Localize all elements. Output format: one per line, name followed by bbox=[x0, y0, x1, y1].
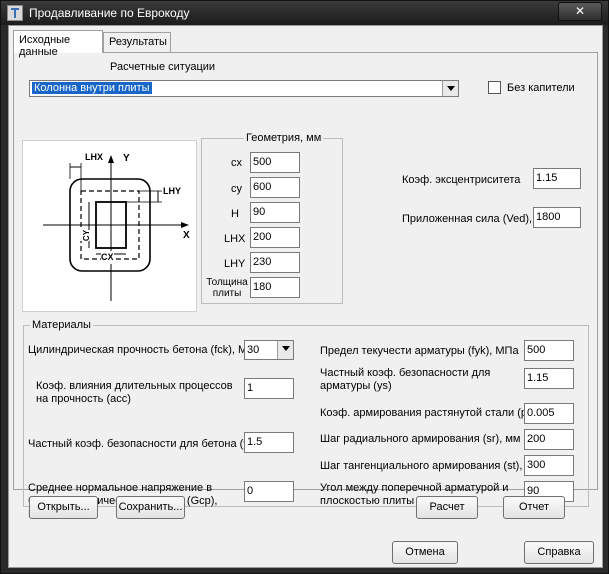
x-axis-label: X bbox=[183, 230, 190, 241]
ys-input[interactable]: 1.15 bbox=[524, 368, 574, 389]
h-input[interactable]: 90 bbox=[250, 202, 300, 223]
lhy-input[interactable]: 230 bbox=[250, 252, 300, 273]
window-title: Продавливание по Еврокоду bbox=[29, 6, 190, 20]
sr-input[interactable]: 200 bbox=[524, 429, 574, 450]
yc-label: Частный коэф. безопасности для бетона (y… bbox=[28, 438, 258, 450]
help-button[interactable]: Справка bbox=[524, 541, 594, 564]
st-label: Шаг тангенциального армирования (st), мм bbox=[320, 460, 541, 472]
tab-results[interactable]: Результаты bbox=[103, 32, 171, 52]
close-button[interactable]: ✕ bbox=[558, 2, 602, 21]
sr-label: Шаг радиального армирования (sr), мм bbox=[320, 433, 521, 445]
pl-input[interactable]: 0.005 bbox=[524, 403, 574, 424]
gcp-input[interactable]: 0 bbox=[244, 481, 294, 502]
thickness-field-label: Толщина плиты bbox=[206, 277, 248, 299]
situation-label: Расчетные ситуации bbox=[110, 61, 216, 73]
cy-field-label: cy bbox=[231, 183, 242, 195]
force-input[interactable]: 1800 bbox=[533, 207, 581, 228]
no-capital-label: Без капители bbox=[507, 82, 575, 94]
fck-label: Цилиндрическая прочность бетона (fck), М… bbox=[28, 344, 262, 356]
fck-select[interactable]: 30 bbox=[244, 340, 294, 360]
fck-value: 30 bbox=[247, 344, 260, 356]
dialog-window: Продавливание по Еврокоду ✕ Исходные дан… bbox=[0, 0, 609, 574]
open-button[interactable]: Открыть... bbox=[29, 496, 98, 519]
lhy-field-label: LHY bbox=[224, 258, 246, 270]
acc-input[interactable]: 1 bbox=[244, 378, 294, 399]
situation-value: Колонна внутри плиты bbox=[32, 82, 152, 94]
ys-label: Частный коэф. безопасности для арматуры … bbox=[320, 367, 491, 392]
lhx-input[interactable]: 200 bbox=[250, 227, 300, 248]
situation-select[interactable]: Колонна внутри плиты bbox=[29, 80, 459, 97]
y-axis-label: Y bbox=[123, 153, 130, 164]
cancel-button[interactable]: Отмена bbox=[392, 541, 458, 564]
thickness-input[interactable]: 180 bbox=[250, 277, 300, 298]
tab-panel: Расчетные ситуации Колонна внутри плиты … bbox=[13, 52, 598, 520]
lhx-label: LHX bbox=[85, 152, 103, 162]
chevron-down-icon[interactable] bbox=[277, 341, 293, 359]
fyk-input[interactable]: 500 bbox=[524, 340, 574, 361]
fyk-label: Предел текучести арматуры (fyk), МПа bbox=[320, 345, 519, 357]
dialog-client: Исходные данные Результаты Расчетные сит… bbox=[8, 25, 603, 568]
geometry-diagram: LHX Y LHY X CX CY bbox=[22, 140, 197, 312]
no-capital-checkbox[interactable] bbox=[488, 81, 501, 94]
save-button[interactable]: Сохранить... bbox=[116, 496, 185, 519]
cy-input[interactable]: 600 bbox=[250, 177, 300, 198]
yc-input[interactable]: 1.5 bbox=[244, 432, 294, 453]
geometry-group: Геометрия, мм cx 500 cy 600 H 90 LHX 200… bbox=[201, 132, 343, 304]
eccentricity-input[interactable]: 1.15 bbox=[533, 168, 581, 189]
title-bar[interactable]: Продавливание по Еврокоду ✕ bbox=[1, 1, 608, 25]
cy-label: CY bbox=[80, 229, 94, 242]
pl-label: Коэф. армирования растянутой стали (pl) bbox=[320, 407, 534, 419]
force-label: Приложенная сила (Ved), кН bbox=[402, 213, 548, 225]
materials-group: Материалы Цилиндрическая прочность бетон… bbox=[23, 319, 589, 520]
eccentricity-label: Коэф. эксцентриситета bbox=[402, 174, 521, 186]
cx-field-label: cx bbox=[231, 157, 242, 169]
acc-label: Коэф. влияния длительных процессов на пр… bbox=[36, 380, 233, 405]
lhx-field-label: LHX bbox=[224, 233, 246, 245]
chevron-down-icon[interactable] bbox=[442, 81, 458, 96]
report-button[interactable]: Отчет bbox=[503, 496, 565, 519]
geometry-title: Геометрия, мм bbox=[244, 132, 324, 144]
tab-input-data[interactable]: Исходные данные bbox=[13, 30, 103, 58]
cx-input[interactable]: 500 bbox=[250, 152, 300, 173]
app-icon bbox=[7, 5, 23, 21]
cx-label: CX bbox=[101, 251, 114, 264]
column-slab-drawing bbox=[43, 155, 189, 301]
lhy-label: LHY bbox=[163, 186, 181, 196]
materials-title: Материалы bbox=[30, 319, 93, 331]
calculate-button[interactable]: Расчет bbox=[416, 496, 478, 519]
st-input[interactable]: 300 bbox=[524, 455, 574, 476]
h-field-label: H bbox=[231, 208, 239, 220]
